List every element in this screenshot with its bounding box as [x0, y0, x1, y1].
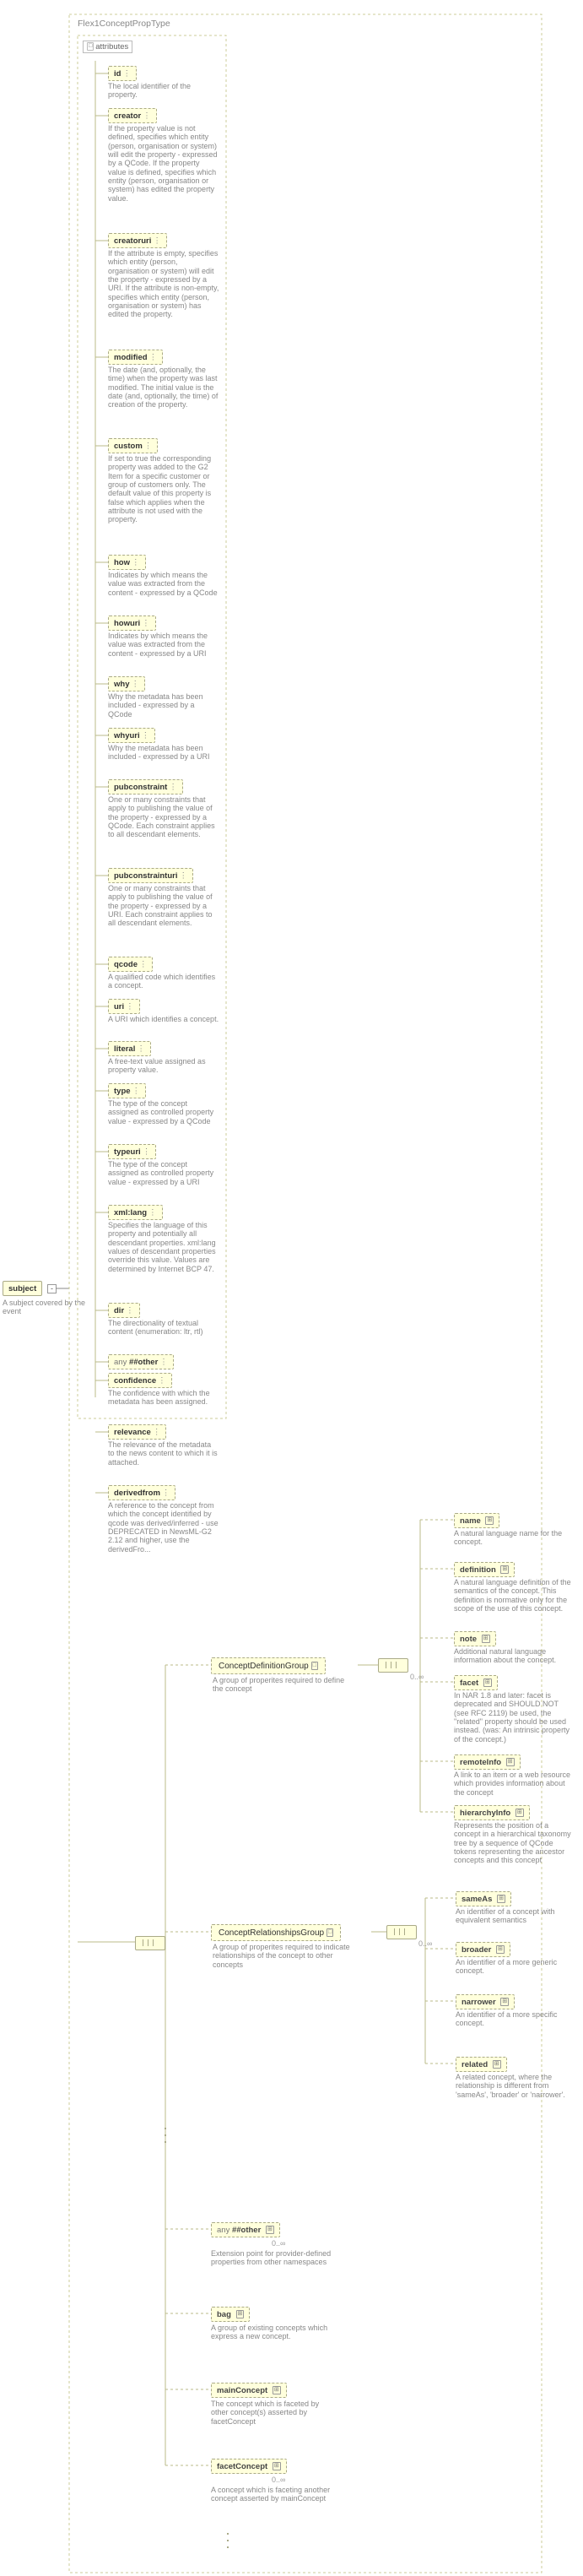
desc: A group of existing concepts which expre…: [211, 2324, 337, 2341]
attr-typeuri: typeuri⋮: [108, 1144, 156, 1159]
desc: The type of the concept assigned as cont…: [108, 1099, 219, 1125]
attr-uri: uri⋮: [108, 999, 140, 1014]
desc: Specifies the language of this property …: [108, 1221, 219, 1273]
attr-xml-lang: xml:lang⋮: [108, 1205, 163, 1220]
desc: If the attribute is empty, specifies whi…: [108, 249, 219, 319]
attr-howuri: howuri⋮: [108, 616, 156, 631]
attr-creatoruri: creatoruri⋮: [108, 233, 167, 248]
element-related: related ⊞: [456, 2057, 507, 2072]
element-hierarchyinfo: hierarchyInfo ⊞: [454, 1805, 530, 1820]
sequence-icon: [135, 1936, 165, 1950]
desc: One or many constraints that apply to pu…: [108, 884, 219, 928]
attr-modified: modified⋮: [108, 350, 163, 365]
desc: If set to true the corresponding propert…: [108, 454, 219, 524]
desc: A link to an item or a web resource whic…: [454, 1771, 574, 1797]
attr-whyuri: whyuri⋮: [108, 728, 155, 743]
desc: A related concept, where the relationshi…: [456, 2073, 575, 2099]
desc: The concept which is faceted by other co…: [211, 2400, 337, 2426]
desc: Extension point for provider-defined pro…: [211, 2249, 337, 2267]
desc: Additional natural language information …: [454, 1647, 574, 1665]
desc: A concept which is faceting another conc…: [211, 2486, 337, 2503]
desc: The confidence with which the metadata h…: [108, 1389, 219, 1407]
attr-type: type⋮: [108, 1083, 146, 1098]
type-title: Flex1ConceptPropType: [78, 19, 170, 29]
desc: A natural language definition of the sem…: [454, 1578, 574, 1613]
cardinality: 0..∞: [410, 1673, 424, 1681]
desc: A reference to the concept from which th…: [108, 1501, 219, 1554]
desc: A subject covered by the event: [3, 1299, 95, 1316]
group-conceptrelationships: ConceptRelationshipsGroup□: [211, 1924, 341, 1941]
attr-how: how⋮: [108, 555, 146, 570]
attr-literal: literal⋮: [108, 1041, 151, 1056]
desc: Indicates by which means the value was e…: [108, 632, 219, 658]
expand-icon[interactable]: -: [47, 1284, 57, 1293]
attr-any-other: any ##other⋮: [108, 1354, 174, 1369]
element-mainconcept: mainConcept ⊞: [211, 2383, 287, 2398]
desc: A URI which identifies a concept.: [108, 1015, 219, 1023]
element-remoteinfo: remoteInfo ⊞: [454, 1754, 521, 1770]
element-note: note ⊞: [454, 1631, 496, 1646]
ellipsis-icon: [165, 2128, 166, 2153]
ellipsis-icon: [227, 2533, 229, 2558]
cardinality: 0..∞: [418, 1939, 432, 1948]
element-any-other: any ##other ⊞: [211, 2222, 280, 2237]
desc: An identifier of a more generic concept.: [456, 1958, 575, 1976]
attr-dir: dir⋮: [108, 1303, 140, 1318]
sequence-icon: [386, 1925, 417, 1939]
desc: An identifier of a more specific concept…: [456, 2010, 575, 2028]
attr-derivedfrom: derivedfrom⋮: [108, 1485, 175, 1500]
attr-relevance: relevance⋮: [108, 1424, 166, 1440]
element-definition: definition ⊞: [454, 1562, 515, 1577]
element-sameas: sameAs ⊞: [456, 1891, 511, 1906]
desc: The relevance of the metadata to the new…: [108, 1440, 219, 1467]
cardinality: 0..∞: [272, 2239, 285, 2248]
cardinality: 0..∞: [272, 2476, 285, 2484]
desc: The local identifier of the property.: [108, 82, 219, 100]
desc: If the property value is not defined, sp…: [108, 124, 219, 203]
element-broader: broader ⊞: [456, 1942, 510, 1957]
element-narrower: narrower ⊞: [456, 1994, 515, 2009]
attr-confidence: confidence⋮: [108, 1373, 172, 1388]
attr-why: why⋮: [108, 676, 145, 691]
desc: A group of properites required to define…: [213, 1676, 348, 1694]
attributes-box: □attributes: [83, 41, 132, 53]
label: subject: [8, 1284, 36, 1293]
desc: A qualified code which identifies a conc…: [108, 973, 219, 990]
desc: The date (and, optionally, the time) whe…: [108, 366, 219, 409]
sequence-icon: [378, 1658, 408, 1673]
attr-pubconstraint: pubconstraint⋮: [108, 779, 183, 794]
attr-custom: custom⋮: [108, 438, 158, 453]
desc: Why the metadata has been included - exp…: [108, 692, 219, 719]
element-name: name ⊞: [454, 1513, 499, 1528]
group-conceptdefinition: ConceptDefinitionGroup□: [211, 1657, 326, 1674]
desc: A group of properites required to indica…: [213, 1943, 356, 1969]
desc: An identifier of a concept with equivale…: [456, 1907, 575, 1925]
element-bag: bag ⊞: [211, 2307, 250, 2322]
attr-qcode: qcode⋮: [108, 957, 153, 972]
desc: In NAR 1.8 and later: facet is deprecate…: [454, 1691, 574, 1744]
desc: The type of the concept assigned as cont…: [108, 1160, 219, 1186]
desc: A natural language name for the concept.: [454, 1529, 574, 1547]
desc: One or many constraints that apply to pu…: [108, 795, 219, 839]
desc: A free-text value assigned as property v…: [108, 1057, 219, 1075]
element-facet: facet ⊞: [454, 1675, 498, 1690]
attr-pubconstrainturi: pubconstrainturi⋮: [108, 868, 193, 883]
desc: Indicates by which means the value was e…: [108, 571, 219, 597]
attr-id: id⋮: [108, 66, 137, 81]
desc: Why the metadata has been included - exp…: [108, 744, 219, 762]
desc: The directionality of textual content (e…: [108, 1319, 219, 1337]
element-facetconcept: facetConcept ⊞: [211, 2459, 287, 2474]
element-subject: subject: [3, 1281, 42, 1296]
attr-creator: creator⋮: [108, 108, 157, 123]
desc: Represents the position of a concept in …: [454, 1821, 574, 1865]
